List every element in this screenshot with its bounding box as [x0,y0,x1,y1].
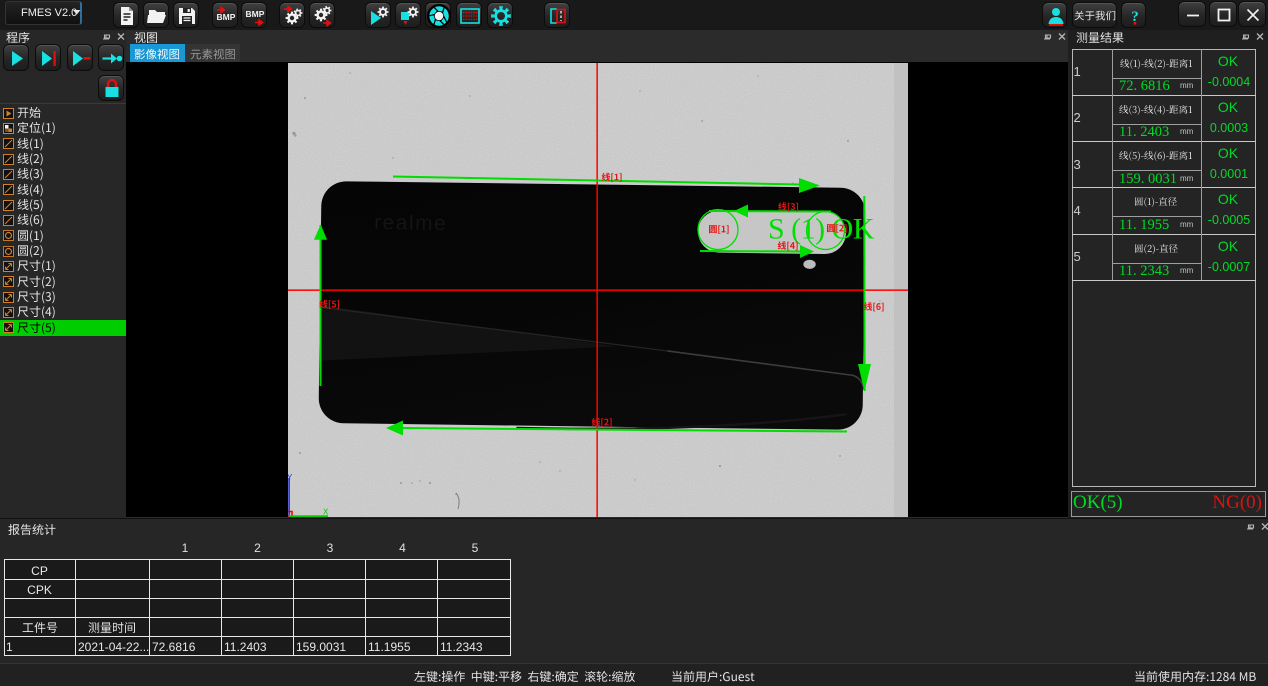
svg-text:BMP: BMP [246,9,265,19]
svg-text:realme: realme [374,211,447,235]
svg-text:S (1) OK: S (1) OK [768,212,875,245]
svg-text:X: X [323,507,329,516]
svg-text:Y: Y [288,473,293,482]
svg-text:BMP: BMP [217,12,236,22]
